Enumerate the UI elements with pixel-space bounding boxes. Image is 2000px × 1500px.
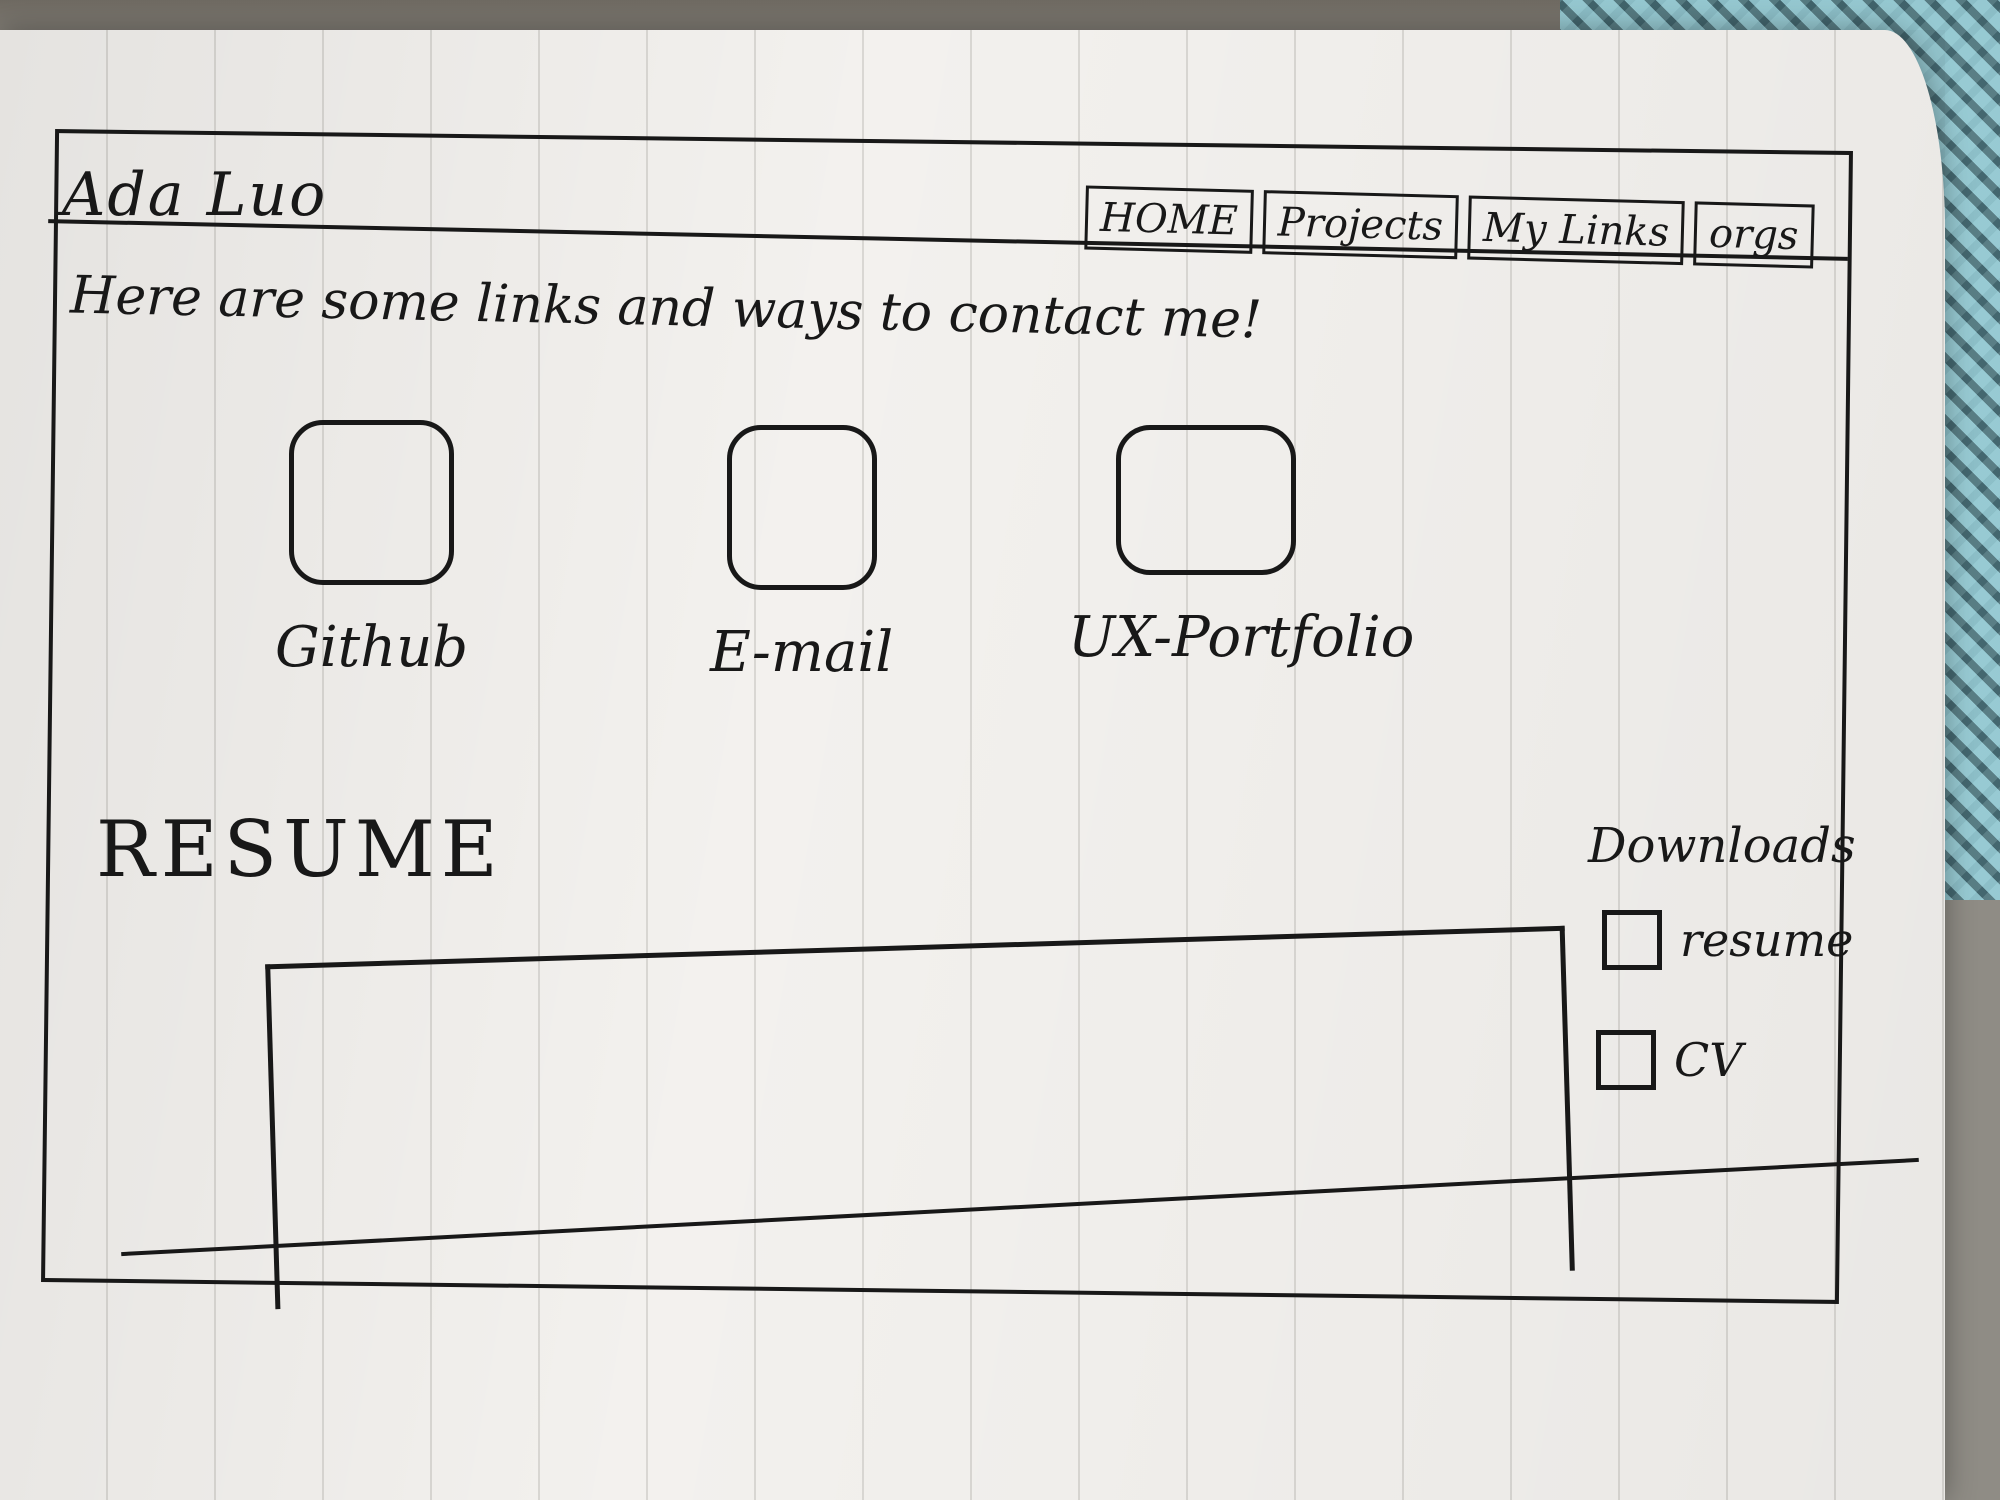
ux-portfolio-link[interactable]: UX-Portfolio <box>1068 425 1414 670</box>
nav-tab-projects[interactable]: Projects <box>1262 190 1459 260</box>
email-label: E-mail <box>710 620 894 685</box>
resume-heading: RESUME <box>96 805 504 895</box>
download-resume[interactable]: resume <box>1602 910 1853 970</box>
github-link[interactable]: Github <box>275 420 468 680</box>
download-resume-checkbox[interactable] <box>1602 910 1662 970</box>
email-link[interactable]: E-mail <box>710 425 893 685</box>
download-cv[interactable]: CV <box>1596 1030 1742 1090</box>
nav-tab-my-links[interactable]: My Links <box>1467 195 1685 266</box>
download-cv-checkbox[interactable] <box>1596 1030 1656 1090</box>
portfolio-icon[interactable] <box>1116 425 1297 575</box>
download-resume-label: resume <box>1680 913 1854 967</box>
ux-portfolio-label: UX-Portfolio <box>1068 605 1415 670</box>
resume-viewer <box>265 925 1575 1310</box>
nav-tab-home[interactable]: HOME <box>1084 185 1254 254</box>
email-icon[interactable] <box>726 425 877 590</box>
download-cv-label: CV <box>1674 1033 1743 1087</box>
nav-tab-orgs[interactable]: orgs <box>1693 201 1815 269</box>
site-title: Ada Luo <box>62 160 328 230</box>
github-label: Github <box>275 615 469 680</box>
github-icon[interactable] <box>289 420 455 585</box>
downloads-title: Downloads <box>1588 818 1856 874</box>
